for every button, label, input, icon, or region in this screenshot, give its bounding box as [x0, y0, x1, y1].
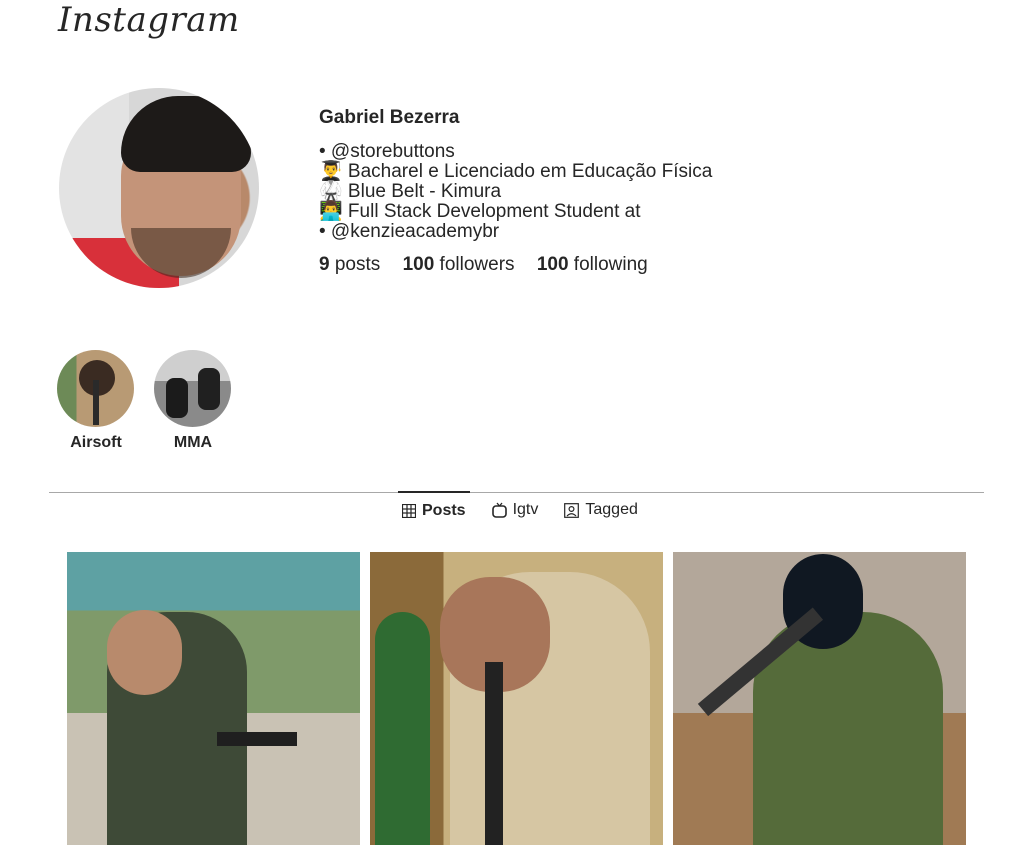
post-thumbnail[interactable]	[370, 552, 663, 845]
bio-line: 👨‍🎓 Bacharel e Licenciado em Educação Fí…	[319, 161, 713, 182]
highlight-mma[interactable]: MMA	[154, 350, 232, 452]
highlight-label: Airsoft	[70, 434, 122, 451]
posts-stat: 9 posts	[319, 254, 381, 275]
tab-label: Igtv	[512, 501, 539, 518]
tab-posts[interactable]: Posts	[398, 491, 470, 529]
profile-info: Gabriel Bezerra • @storebuttons 👨‍🎓 Bach…	[319, 106, 712, 277]
tab-label: Posts	[422, 502, 466, 519]
tab-tagged[interactable]: Tagged	[560, 492, 642, 528]
profile-tabs: Posts Igtv Tagged	[398, 491, 660, 529]
following-stat[interactable]: 100 following	[537, 254, 648, 275]
profile-name: Gabriel Bezerra	[319, 107, 460, 128]
highlight-label: MMA	[173, 434, 213, 451]
highlight-cover[interactable]	[154, 350, 231, 427]
instagram-logo[interactable]: Instagram	[58, 0, 240, 40]
tv-icon	[491, 502, 507, 518]
bio-line: • @storebuttons	[319, 141, 455, 162]
followers-stat[interactable]: 100 followers	[403, 254, 515, 275]
tab-label: Tagged	[585, 501, 638, 518]
post-thumbnail[interactable]	[67, 552, 360, 845]
posts-grid	[67, 552, 976, 845]
bio-line: 👨‍💻 Full Stack Development Student at	[319, 201, 641, 222]
highlight-cover[interactable]	[57, 350, 134, 427]
post-thumbnail[interactable]	[673, 552, 966, 845]
tab-igtv[interactable]: Igtv	[488, 492, 543, 528]
bio-line: 🥋 Blue Belt - Kimura	[319, 181, 502, 202]
grid-icon	[402, 504, 416, 518]
profile-avatar[interactable]	[59, 88, 259, 288]
bio-line: • @kenzieacademybr	[319, 221, 500, 242]
story-highlights: Airsoft MMA	[57, 350, 251, 452]
profile-stats: 9 posts 100 followers 100 following	[319, 253, 712, 277]
highlight-airsoft[interactable]: Airsoft	[57, 350, 135, 452]
tag-icon	[564, 502, 580, 518]
profile-bio: • @storebuttons 👨‍🎓 Bacharel e Licenciad…	[319, 142, 712, 242]
